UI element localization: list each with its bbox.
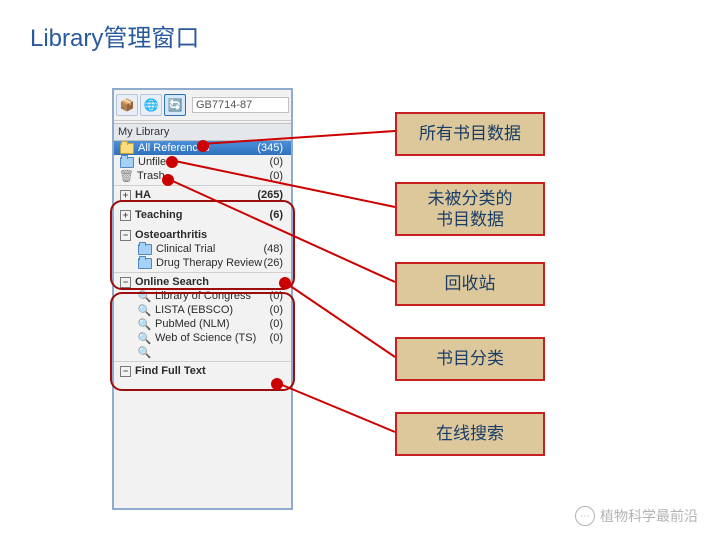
callout-all-references: 所有书目数据 xyxy=(395,112,545,156)
collapse-icon[interactable]: − xyxy=(120,230,131,241)
online-item[interactable]: 🔍 Library of Congress (0) xyxy=(114,289,291,303)
separator xyxy=(114,361,291,362)
box-icon[interactable]: 📦 xyxy=(116,94,138,116)
row-count: (0) xyxy=(270,332,287,344)
group-osteoarthritis[interactable]: − Osteoarthritis xyxy=(114,228,291,242)
annotation-dot-online xyxy=(271,378,283,390)
row-label: Clinical Trial xyxy=(156,243,215,255)
row-count: (6) xyxy=(270,209,287,221)
online-item[interactable]: 🔍 Web of Science (TS) (0) xyxy=(114,331,291,345)
row-label: HA xyxy=(135,189,151,201)
folder-icon xyxy=(120,157,134,168)
annotation-dot-unfiled xyxy=(166,156,178,168)
row-count: (48) xyxy=(263,243,287,255)
row-label: Osteoarthritis xyxy=(135,229,207,241)
group-teaching[interactable]: + Teaching (6) xyxy=(114,208,291,222)
globe-icon[interactable]: 🌐 xyxy=(140,94,162,116)
row-label: Library of Congress xyxy=(155,290,251,302)
online-item[interactable]: 🔍 LISTA (EBSCO) (0) xyxy=(114,303,291,317)
search-icon: 🔍 xyxy=(138,318,151,330)
row-label: Trash xyxy=(137,170,165,182)
callout-online-search: 在线搜索 xyxy=(395,412,545,456)
annotation-connectors xyxy=(0,0,720,540)
search-icon: 🔍 xyxy=(138,304,151,316)
row-count: (0) xyxy=(270,318,287,330)
row-label: Drug Therapy Review xyxy=(156,257,262,269)
row-label: Find Full Text xyxy=(135,365,206,377)
online-search-group[interactable]: − Online Search xyxy=(114,275,291,289)
row-count: (265) xyxy=(257,189,287,201)
row-count: (26) xyxy=(263,257,287,269)
row-count: (345) xyxy=(257,142,287,154)
callout-unfiled: 未被分类的 书目数据 xyxy=(395,182,545,236)
subgroup-drug-therapy[interactable]: Drug Therapy Review (26) xyxy=(114,256,291,270)
wechat-icon: ⋯ xyxy=(575,506,595,526)
row-label: Online Search xyxy=(135,276,209,288)
page-title: Library管理窗口 xyxy=(30,18,199,53)
citation-style-select[interactable]: GB7714-87 xyxy=(192,97,289,113)
trash-icon: 🗑 xyxy=(120,170,133,182)
annotation-dot-allref xyxy=(197,140,209,152)
subgroup-clinical-trial[interactable]: Clinical Trial (48) xyxy=(114,242,291,256)
annotation-dot-trash xyxy=(162,174,174,186)
online-item-more[interactable]: 🔍 xyxy=(114,345,291,359)
expand-icon[interactable]: + xyxy=(120,190,131,201)
folder-icon xyxy=(138,258,152,269)
row-label: Web of Science (TS) xyxy=(155,332,256,344)
watermark: ⋯ 植物科学最前沿 xyxy=(575,506,698,526)
trash-row[interactable]: 🗑 Trash (0) xyxy=(114,169,291,183)
sync-icon[interactable]: 🔄 xyxy=(164,94,186,116)
search-icon: 🔍 xyxy=(138,332,151,344)
panel-toolbar: 📦 🌐 🔄 GB7714-87 xyxy=(114,90,291,121)
expand-icon[interactable]: + xyxy=(120,210,131,221)
row-count: (0) xyxy=(270,290,287,302)
search-icon: 🔍 xyxy=(138,290,151,302)
collapse-icon[interactable]: − xyxy=(120,277,131,288)
group-ha[interactable]: + HA (265) xyxy=(114,188,291,202)
unfiled-row[interactable]: Unfiled (0) xyxy=(114,155,291,169)
annotation-dot-groups xyxy=(279,277,291,289)
collapse-icon[interactable]: − xyxy=(120,366,131,377)
callout-groups: 书目分类 xyxy=(395,337,545,381)
separator xyxy=(114,185,291,186)
watermark-text: 植物科学最前沿 xyxy=(600,506,698,526)
search-icon: 🔍 xyxy=(138,346,151,358)
find-full-text-group[interactable]: − Find Full Text xyxy=(114,364,291,378)
folder-icon xyxy=(138,244,152,255)
row-count: (0) xyxy=(270,170,287,182)
library-panel: 📦 🌐 🔄 GB7714-87 My Library All Reference… xyxy=(112,88,293,510)
row-count: (0) xyxy=(270,304,287,316)
library-header: My Library xyxy=(114,123,291,141)
folder-icon xyxy=(120,143,134,154)
row-label xyxy=(155,346,158,358)
row-label: LISTA (EBSCO) xyxy=(155,304,233,316)
separator xyxy=(114,272,291,273)
callout-trash: 回收站 xyxy=(395,262,545,306)
row-count: (0) xyxy=(270,156,287,168)
row-label: Teaching xyxy=(135,209,182,221)
row-label: PubMed (NLM) xyxy=(155,318,230,330)
online-item[interactable]: 🔍 PubMed (NLM) (0) xyxy=(114,317,291,331)
